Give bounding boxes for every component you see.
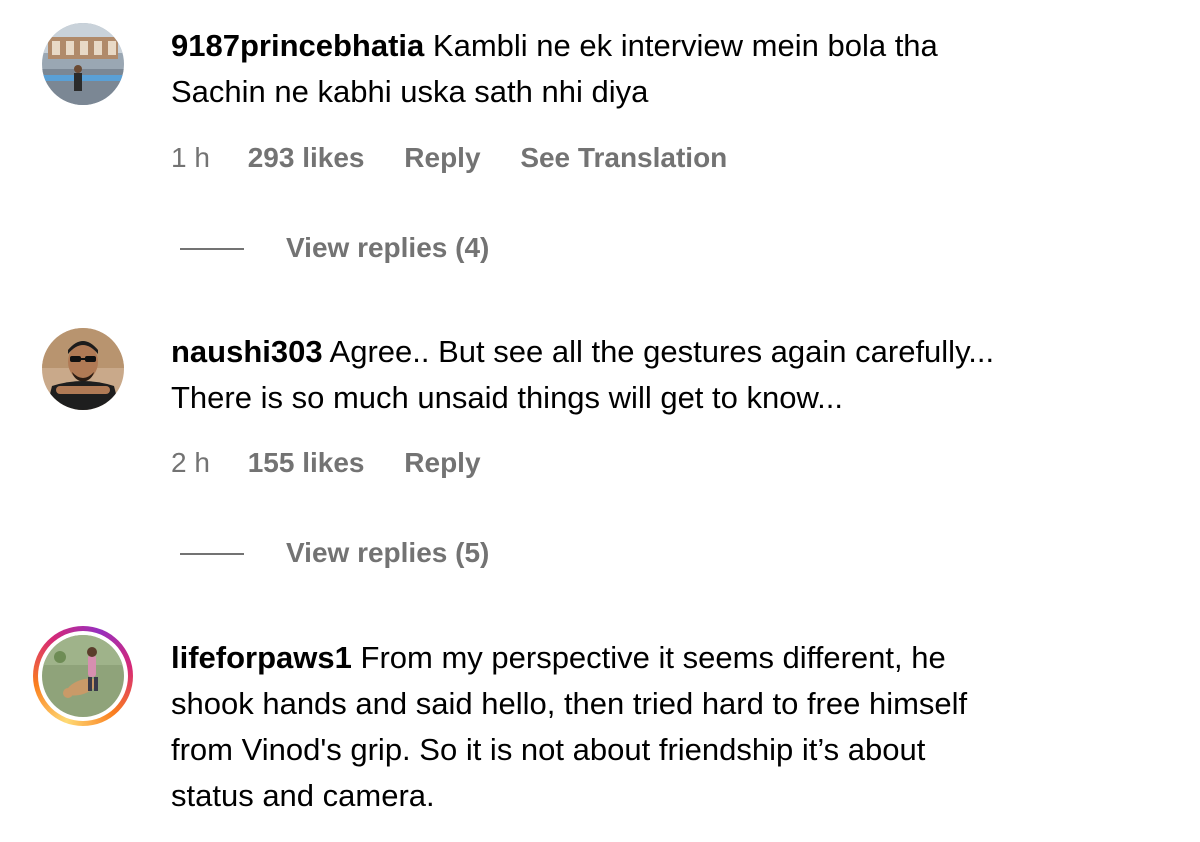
avatar[interactable] xyxy=(42,23,124,105)
comment-time[interactable]: 2 h xyxy=(171,446,210,480)
user-photo-icon xyxy=(42,328,124,410)
view-replies-button[interactable]: View replies (4) xyxy=(180,231,489,265)
comment-meta: 2 h 155 likes Reply xyxy=(171,446,513,480)
view-replies-label: View replies (4) xyxy=(286,232,490,263)
comment-meta: 1 h 293 likes Reply See Translation xyxy=(171,141,759,175)
comment-username[interactable]: lifeforpaws1 xyxy=(171,640,352,675)
avatar xyxy=(42,635,124,717)
comment-username[interactable]: naushi303 xyxy=(171,334,323,369)
comment-likes[interactable]: 293 likes xyxy=(248,141,365,175)
comment-body: lifeforpaws1 From my perspective it seem… xyxy=(171,635,1171,819)
comment-text: There is so much unsaid things will get … xyxy=(171,380,843,415)
comment-text: shook hands and said hello, then tried h… xyxy=(171,686,968,721)
see-translation-button[interactable]: See Translation xyxy=(520,141,727,175)
avatar[interactable] xyxy=(42,328,124,410)
divider-line xyxy=(180,552,244,555)
story-ring-icon[interactable] xyxy=(33,626,133,726)
comment-likes[interactable]: 155 likes xyxy=(248,446,365,480)
comment-text: From my perspective it seems different, … xyxy=(360,640,946,675)
comment-text: Sachin ne kabhi uska sath nhi diya xyxy=(171,74,649,109)
user-photo-icon xyxy=(42,23,124,105)
comment-body: naushi303 Agree.. But see all the gestur… xyxy=(171,329,1171,421)
view-replies-button[interactable]: View replies (5) xyxy=(180,536,489,570)
comment-text: Agree.. But see all the gestures again c… xyxy=(329,334,995,369)
view-replies-label: View replies (5) xyxy=(286,537,490,568)
reply-button[interactable]: Reply xyxy=(404,446,480,480)
comment-username[interactable]: 9187princebhatia xyxy=(171,28,424,63)
divider-line xyxy=(180,247,244,250)
user-photo-icon xyxy=(42,635,124,717)
comment-text: Kambli ne ek interview mein bola tha xyxy=(432,28,938,63)
comment-text: status and camera. xyxy=(171,778,435,813)
comment-time[interactable]: 1 h xyxy=(171,141,210,175)
reply-button[interactable]: Reply xyxy=(404,141,480,175)
comment-body: 9187princebhatia Kambli ne ek interview … xyxy=(171,23,1171,115)
comment-text: from Vinod's grip. So it is not about fr… xyxy=(171,732,926,767)
